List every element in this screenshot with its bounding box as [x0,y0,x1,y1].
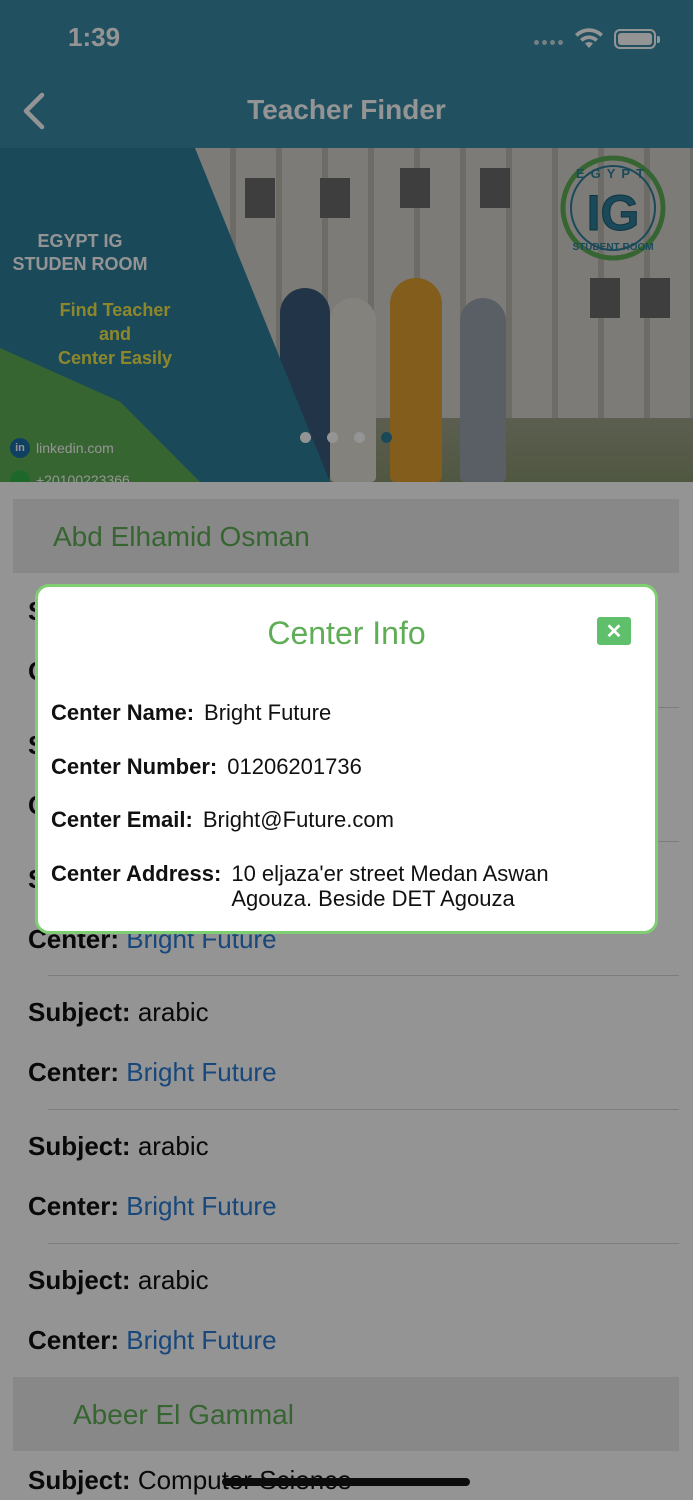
center-email-value: Bright@Future.com [202,807,394,832]
center-number-label: Center Number: [51,754,218,779]
center-number-value: 01206201736 [227,754,362,779]
center-number-row: Center Number: 01206201736 [51,754,362,780]
center-address-label: Center Address: [51,861,222,886]
dialog-title: Center Info [267,615,426,651]
center-email-label: Center Email: [51,807,193,832]
center-name-label: Center Name: [51,700,195,725]
close-icon: ✕ [605,620,623,643]
center-info-dialog: Center Info ✕ Center Name: Bright Future… [35,584,658,934]
center-address-row: Center Address: 10 eljaza'er street Meda… [51,861,571,911]
center-email-row: Center Email: Bright@Future.com [51,807,394,833]
close-button[interactable]: ✕ [597,617,631,645]
home-indicator[interactable] [222,1478,470,1486]
center-name-value: Bright Future [204,700,332,725]
center-address-value: 10 eljaza'er street Medan Aswan Agouza. … [231,861,549,911]
center-name-row: Center Name: Bright Future [51,700,331,726]
